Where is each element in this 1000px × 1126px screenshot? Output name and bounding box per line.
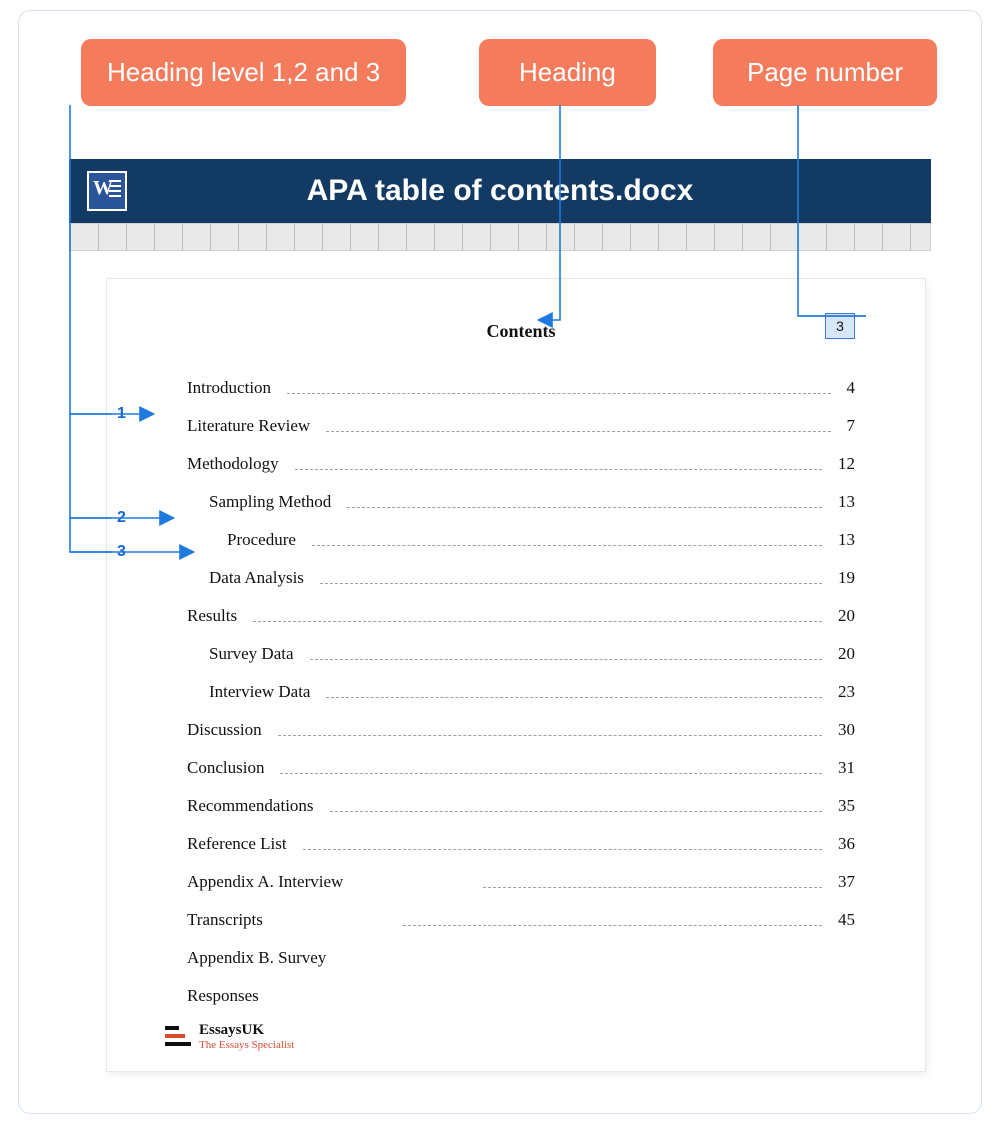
- toc-leader: [326, 689, 822, 698]
- toc-row: Literature Review 7: [187, 416, 855, 436]
- toc-label: Interview Data: [209, 682, 310, 702]
- toc-label: Appendix B. Survey: [187, 948, 326, 967]
- toc-row: Survey Data 20: [187, 644, 855, 664]
- callout-heading-levels: Heading level 1,2 and 3: [81, 39, 406, 106]
- toc-page: 23: [838, 682, 855, 702]
- toc-page: 20: [838, 606, 855, 626]
- toc-leader: [483, 879, 822, 888]
- toc-row: Introduction 4: [187, 378, 855, 398]
- toc-row: Conclusion 31: [187, 758, 855, 778]
- table-of-contents: Introduction 4 Literature Review 7 Methodolo…: [187, 378, 855, 1006]
- toc-row: Recommendations 35: [187, 796, 855, 816]
- toc-label: Conclusion: [187, 758, 264, 778]
- toc-page: 4: [847, 378, 856, 398]
- toc-label: Introduction: [187, 378, 271, 398]
- toc-label: Literature Review: [187, 416, 310, 436]
- toc-page: 45: [838, 910, 855, 930]
- brand-logo: EssaysUK The Essays Specialist: [165, 1022, 294, 1051]
- toc-page: 37: [838, 872, 855, 892]
- toc-leader: [287, 385, 830, 394]
- toc-row: Transcripts 45: [187, 910, 855, 930]
- toc-row: Appendix B. Survey: [187, 948, 855, 968]
- brand-mark-icon: [165, 1026, 193, 1048]
- toc-page: 35: [838, 796, 855, 816]
- toc-label: Appendix A. Interview: [187, 872, 343, 892]
- level-marker-3: 3: [117, 543, 126, 561]
- diagram-frame: Heading level 1,2 and 3 Heading Page num…: [18, 10, 982, 1114]
- toc-label: Sampling Method: [209, 492, 331, 512]
- toc-label: Survey Data: [209, 644, 294, 664]
- callout-heading: Heading: [479, 39, 656, 106]
- toc-label: Methodology: [187, 454, 279, 474]
- toc-page: 30: [838, 720, 855, 740]
- document-filename: APA table of contents.docx: [127, 174, 931, 208]
- toc-row: Procedure 13: [187, 530, 855, 550]
- toc-label: Procedure: [227, 530, 296, 550]
- toc-label: Data Analysis: [209, 568, 304, 588]
- toc-page: 36: [838, 834, 855, 854]
- ruler: [69, 223, 931, 251]
- toc-label: Discussion: [187, 720, 262, 740]
- document-title-bar: APA table of contents.docx: [69, 159, 931, 223]
- toc-leader: [330, 803, 822, 812]
- toc-leader: [303, 841, 822, 850]
- callout-page-number: Page number: [713, 39, 937, 106]
- toc-leader: [320, 575, 822, 584]
- toc-page: 13: [838, 530, 855, 550]
- brand-tagline: The Essays Specialist: [199, 1039, 294, 1051]
- toc-row: Reference List 36: [187, 834, 855, 854]
- toc-page: 12: [838, 454, 855, 474]
- toc-page: 13: [838, 492, 855, 512]
- toc-leader: [403, 917, 822, 926]
- toc-leader: [278, 727, 822, 736]
- toc-leader: [253, 613, 822, 622]
- toc-leader: [326, 423, 830, 432]
- toc-label: Results: [187, 606, 237, 626]
- toc-leader: [347, 499, 822, 508]
- toc-leader: [310, 651, 822, 660]
- toc-leader: [312, 537, 822, 546]
- toc-row: Data Analysis 19: [187, 568, 855, 588]
- contents-heading: Contents: [187, 321, 855, 342]
- toc-page: 19: [838, 568, 855, 588]
- toc-row: Interview Data 23: [187, 682, 855, 702]
- toc-row: Sampling Method 13: [187, 492, 855, 512]
- toc-row: Methodology 12: [187, 454, 855, 474]
- toc-label: Responses: [187, 986, 259, 1005]
- brand-name: EssaysUK: [199, 1022, 294, 1039]
- toc-leader: [280, 765, 822, 774]
- toc-page: 31: [838, 758, 855, 778]
- document-page: 3 Contents Introduction 4 Literature Revie…: [107, 279, 925, 1071]
- toc-row: Appendix A. Interview 37: [187, 872, 855, 892]
- toc-label: Transcripts: [187, 910, 263, 930]
- toc-label: Reference List: [187, 834, 287, 854]
- word-icon: [87, 171, 127, 211]
- toc-label: Recommendations: [187, 796, 314, 816]
- toc-row: Responses: [187, 986, 855, 1006]
- level-marker-2: 2: [117, 509, 126, 527]
- toc-page: 7: [847, 416, 856, 436]
- toc-row: Results 20: [187, 606, 855, 626]
- toc-leader: [295, 461, 822, 470]
- level-marker-1: 1: [117, 405, 126, 423]
- toc-page: 20: [838, 644, 855, 664]
- toc-row: Discussion 30: [187, 720, 855, 740]
